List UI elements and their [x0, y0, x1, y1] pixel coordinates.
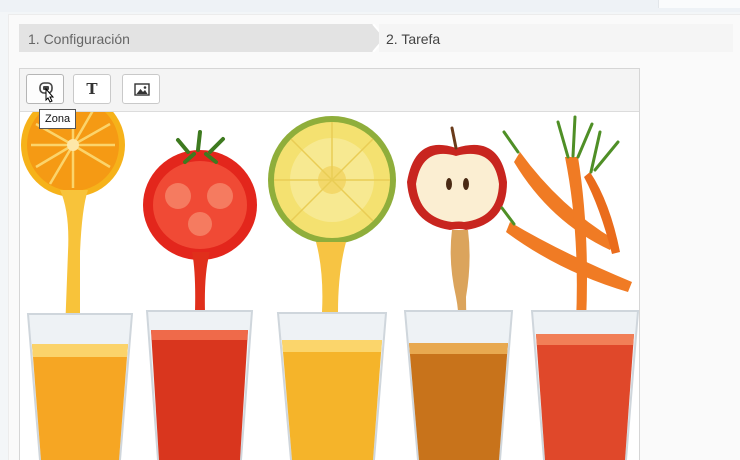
- apple-juice-glass: [403, 310, 514, 460]
- zone-icon: [39, 82, 55, 103]
- editor: T: [19, 68, 640, 460]
- step-tarefa-label: 2. Tarefa: [386, 31, 441, 47]
- text-tool-button[interactable]: T: [73, 74, 111, 104]
- top-tab: [658, 0, 740, 8]
- tomato-juice-glass: [145, 310, 254, 460]
- image-tool-button[interactable]: [122, 74, 160, 104]
- editor-toolbar: T: [20, 69, 639, 112]
- carrot-juice-glass: [530, 310, 639, 460]
- orange-juice-glass: [26, 313, 134, 460]
- pineapple-juice-glass: [276, 312, 388, 460]
- wizard-steps: 1. Configuración 2. Tarefa: [19, 24, 733, 52]
- text-icon: T: [86, 80, 98, 98]
- top-strip: [0, 0, 740, 12]
- image-icon: [134, 83, 150, 96]
- step-configuracion[interactable]: 1. Configuración: [19, 24, 385, 52]
- step-tarefa[interactable]: 2. Tarefa: [379, 24, 733, 52]
- zone-tooltip: Zona: [39, 109, 77, 129]
- step-configuracion-label: 1. Configuración: [28, 31, 130, 47]
- zone-tool-button[interactable]: [26, 74, 64, 104]
- juice-image: [20, 112, 639, 460]
